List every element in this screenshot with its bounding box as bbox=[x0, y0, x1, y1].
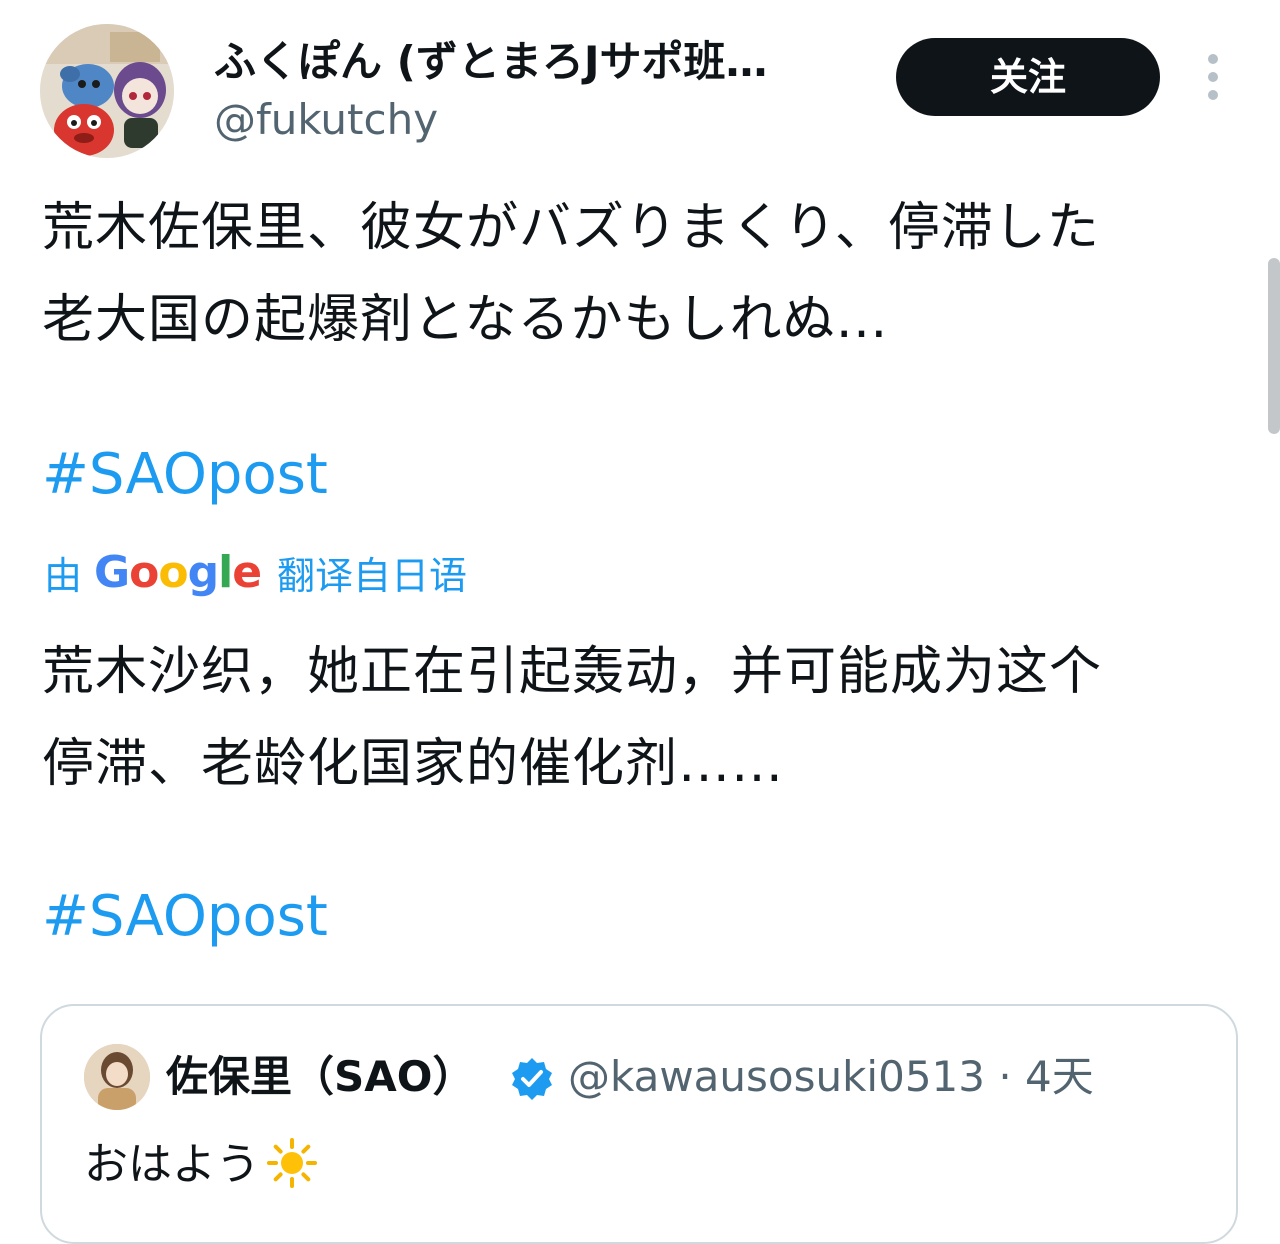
translation-source-label: 翻译自日语 bbox=[277, 553, 468, 598]
person-photo-icon bbox=[84, 1044, 150, 1110]
translation-prefix: 由 bbox=[44, 553, 83, 598]
hashtag-link[interactable]: #SAOpost bbox=[42, 440, 328, 510]
translated-text-line: 荒木沙织，她正在引起轰动，并可能成为这个 bbox=[42, 642, 1103, 702]
google-logo-letter: l bbox=[218, 546, 233, 598]
google-logo: Google bbox=[94, 546, 262, 598]
quoted-post-text: おはよう bbox=[84, 1134, 318, 1196]
post-detail: ふくぽん (ずとまろJサポ班… @fukutchy 关注 荒木佐保里、彼女がバズ… bbox=[0, 0, 1280, 1244]
quoted-author-avatar[interactable] bbox=[84, 1044, 150, 1110]
quoted-author-name[interactable]: 佐保里（SAO） bbox=[166, 1046, 474, 1108]
scrollbar-thumb[interactable] bbox=[1268, 258, 1280, 434]
google-logo-letter: o bbox=[158, 546, 188, 598]
quoted-post-text-content: おはよう bbox=[84, 1139, 260, 1190]
translation-credit[interactable]: 由 Google 翻译自日语 bbox=[44, 544, 467, 600]
quoted-post-card[interactable]: 佐保里（SAO） @kawausosuki0513 · 4天 おはよう bbox=[40, 1004, 1238, 1244]
author-handle[interactable]: @fukutchy bbox=[214, 94, 438, 146]
google-logo-letter: G bbox=[94, 546, 130, 598]
author-avatar[interactable] bbox=[40, 24, 174, 158]
more-vertical-icon[interactable] bbox=[1196, 52, 1230, 102]
hashtag-link[interactable]: #SAOpost bbox=[42, 882, 328, 952]
author-display-name[interactable]: ふくぽん (ずとまろJサポ班… bbox=[214, 36, 874, 88]
sun-icon bbox=[267, 1138, 317, 1188]
google-logo-letter: g bbox=[187, 546, 219, 598]
original-text-line: 老大国の起爆剤となるかもしれぬ… bbox=[42, 290, 889, 350]
google-logo-letter: e bbox=[232, 546, 262, 598]
plush-toys-avatar-icon bbox=[40, 24, 174, 158]
follow-button[interactable]: 关注 bbox=[896, 38, 1160, 116]
verified-badge-icon bbox=[512, 1058, 552, 1100]
google-logo-letter: o bbox=[129, 546, 159, 598]
quoted-author-handle-time[interactable]: @kawausosuki0513 · 4天 bbox=[568, 1046, 1094, 1108]
original-text-line: 荒木佐保里、彼女がバズりまくり、停滞した bbox=[42, 198, 1100, 258]
translated-text-line: 停滞、老龄化国家的催化剂…… bbox=[42, 734, 785, 794]
